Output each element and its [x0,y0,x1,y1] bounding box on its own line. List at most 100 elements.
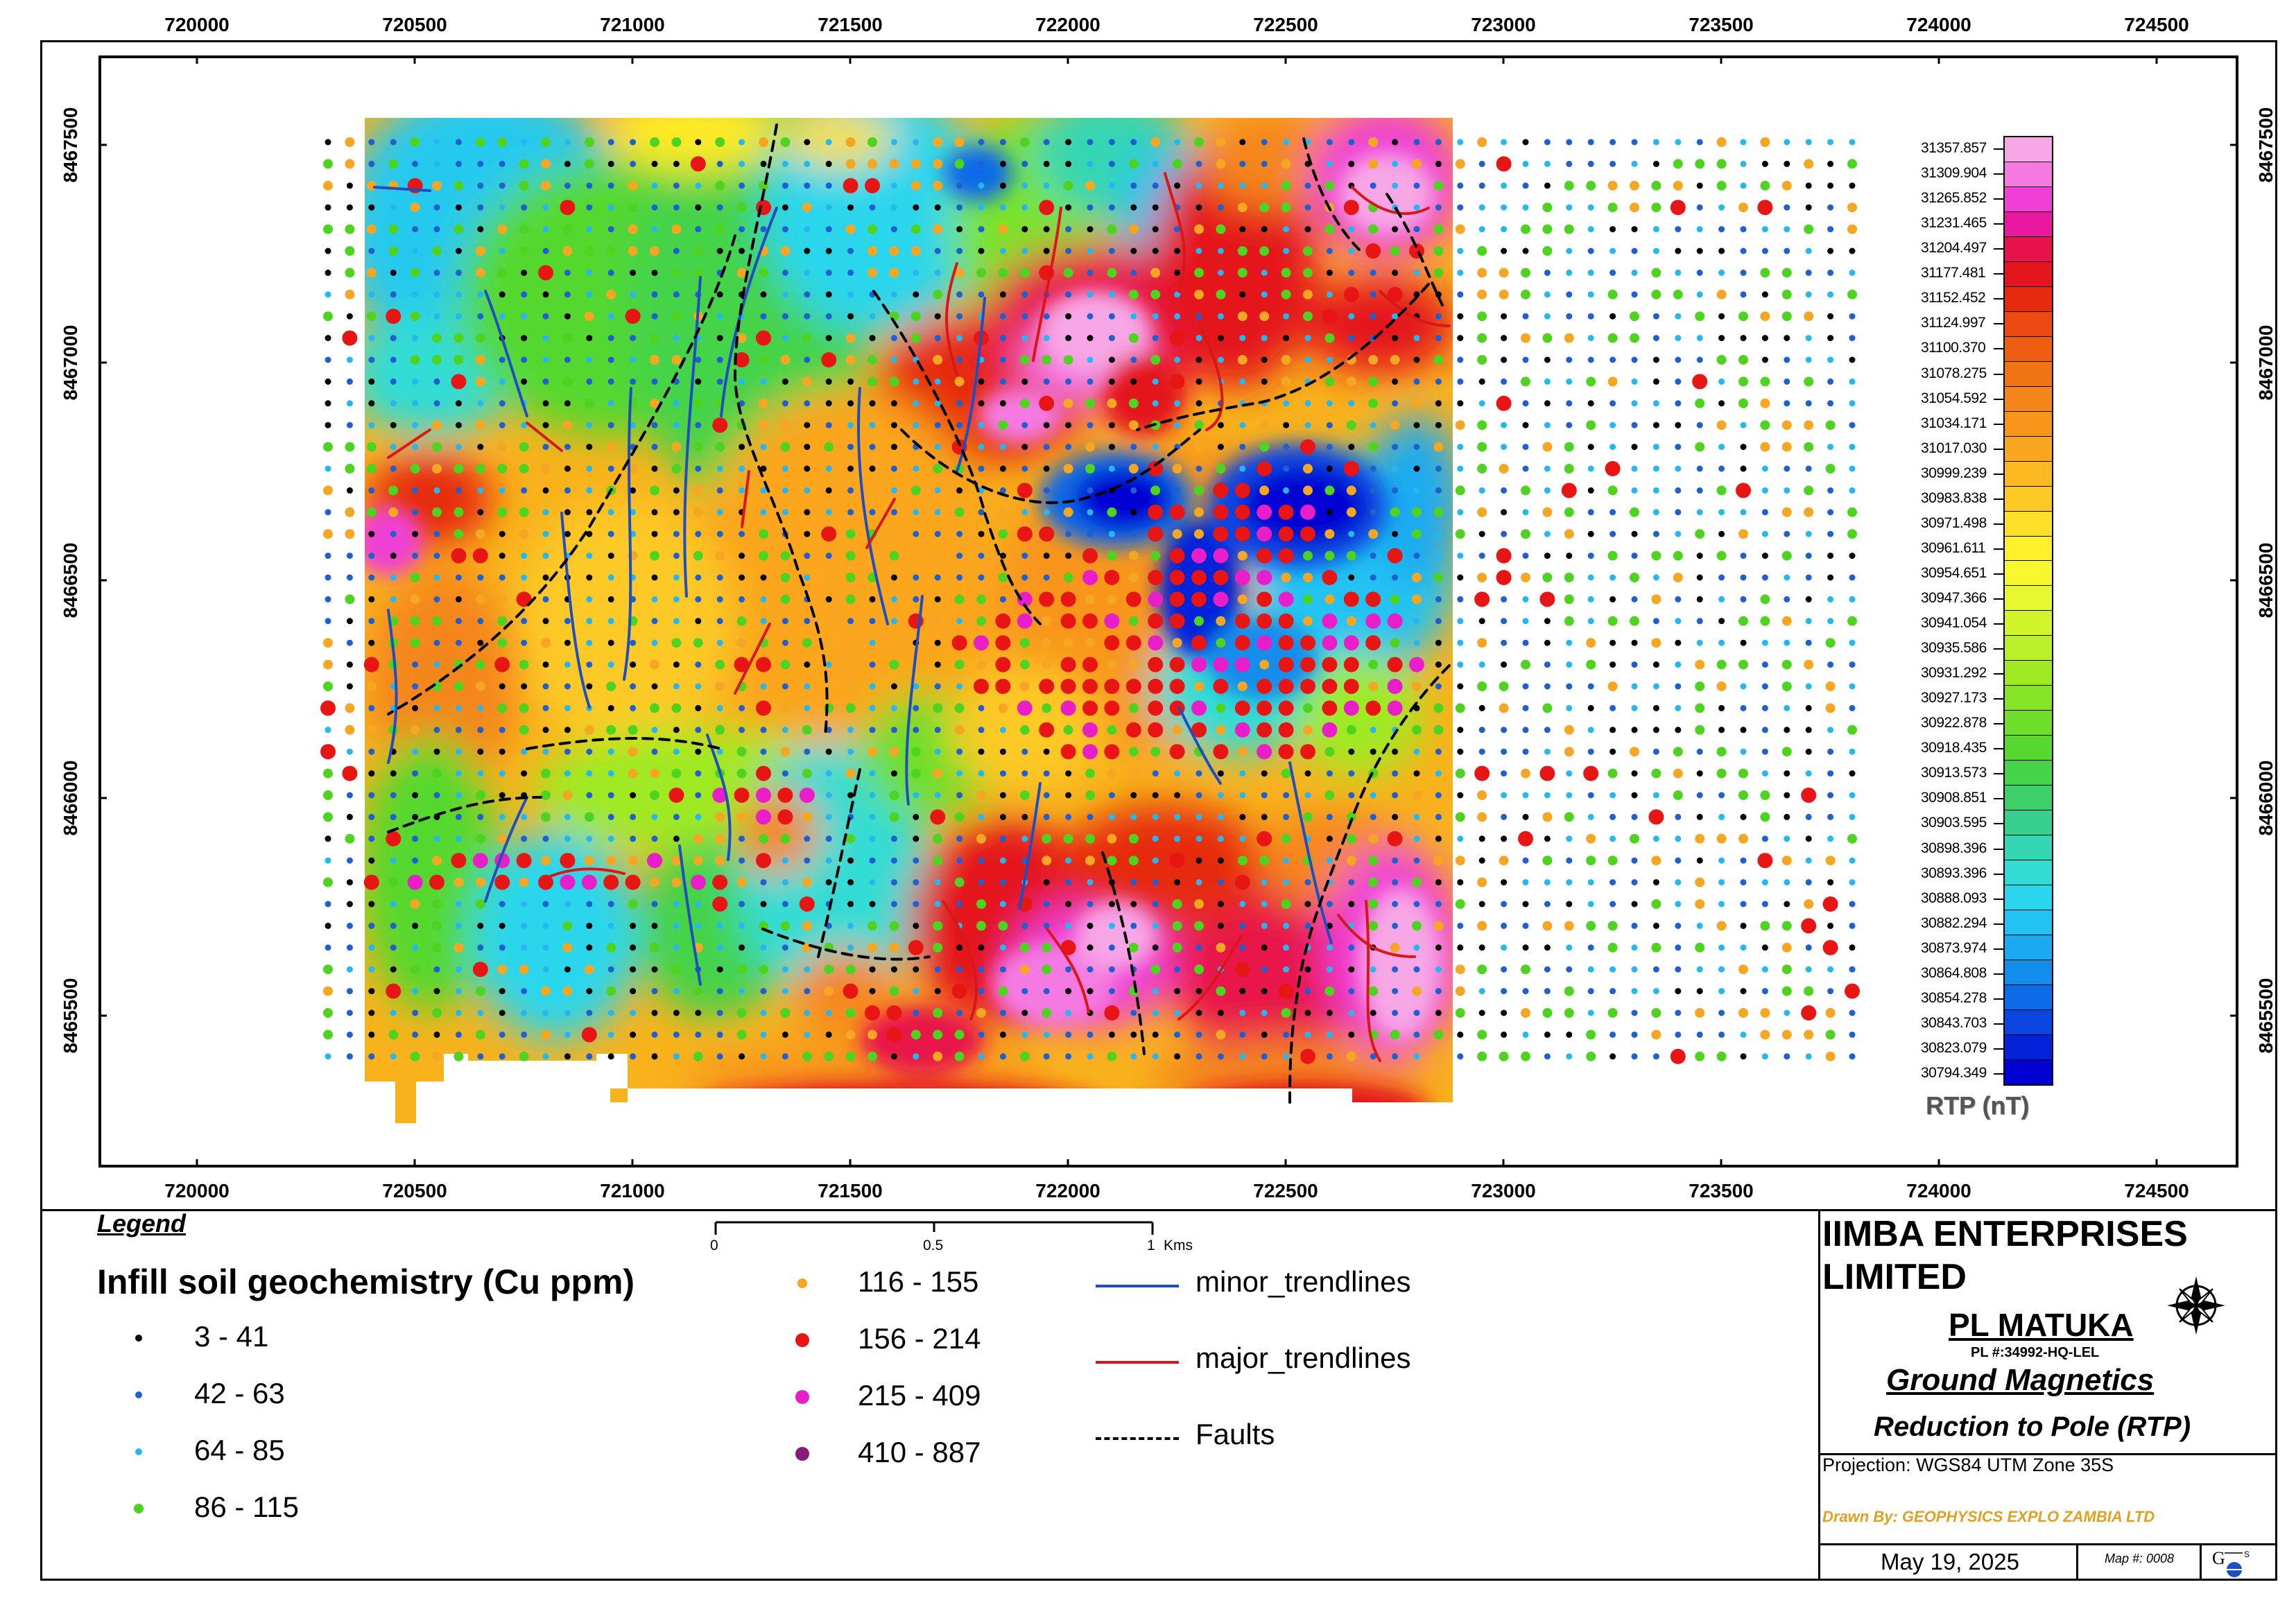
sample-point [1278,657,1294,672]
sample-point [1261,1053,1268,1060]
colorbar-swatch [2005,286,2052,311]
colorbar-tick [1994,273,2003,275]
sample-point [628,246,638,256]
sample-point [1609,530,1616,537]
sample-point [410,638,420,648]
sample-point [1392,335,1399,342]
colorbar-tick [1994,773,2003,775]
sample-point [1522,857,1529,864]
sample-point [346,639,353,646]
sample-point [1065,770,1072,777]
sample-point [869,792,876,799]
sample-point [651,1009,658,1016]
sample-point [521,922,528,929]
sample-point [693,550,703,561]
sample-point [1043,444,1050,451]
sample-point [1607,333,1618,343]
legend-symbol [135,1448,142,1455]
sample-point [564,530,571,537]
sample-point [668,788,684,803]
sample-point [651,313,658,320]
sample-point [1827,356,1834,363]
sample-point [998,573,1008,582]
sample-point [1566,356,1573,363]
sample-point [976,594,986,605]
sample-point [1326,813,1333,820]
sample-point [1300,744,1315,760]
sample-point [1587,226,1594,233]
sample-point [628,180,638,191]
sample-point [1738,616,1748,626]
sample-point [759,833,768,844]
sample-point [1368,398,1379,408]
sample-point [1130,1053,1137,1060]
sample-point [1740,1053,1747,1060]
sample-point [1849,465,1856,472]
sample-point [1370,813,1376,820]
sample-point [1043,901,1050,908]
sample-point [825,553,832,559]
sample-point [1239,944,1246,951]
sample-point [890,422,897,428]
sample-point [323,964,333,975]
colorbar-swatch [2005,1009,2052,1034]
sample-point [651,465,658,472]
sample-point [978,770,985,777]
sample-point [1827,160,1834,167]
sample-point [1805,835,1812,842]
sample-point [1847,616,1857,626]
sample-point [1804,899,1814,909]
colorbar-tick [1994,1073,2003,1075]
sample-point [1501,727,1508,734]
sample-point [1239,291,1246,298]
sample-point [345,507,355,517]
sample-point [607,1009,614,1016]
sample-point [542,704,549,711]
legend-line-symbol [1096,1437,1179,1440]
sample-point [1130,269,1137,276]
colorbar-tick [1994,373,2003,375]
sample-point [412,335,419,342]
sample-point [1740,335,1747,342]
sample-point [1303,246,1313,256]
sample-point [716,704,723,711]
sample-point [1805,291,1812,298]
sample-point [673,574,680,581]
sample-point [1849,313,1856,320]
sample-point [1087,356,1094,363]
sample-point [472,853,488,869]
sample-point [1063,833,1073,844]
sample-point [824,964,834,975]
sample-point [1039,395,1055,411]
sample-point [1521,289,1530,300]
sample-point [1740,748,1747,755]
sample-point [1065,487,1072,494]
sample-point [1281,899,1291,909]
sample-point [1675,879,1682,886]
sample-point [1413,444,1420,451]
sample-point [760,944,767,951]
sample-point [739,182,745,189]
sample-point [978,226,985,233]
sample-point [410,268,420,278]
sample-point [519,877,529,887]
sample-point [346,1009,353,1016]
sample-point [1237,202,1248,213]
sample-point [1326,465,1333,472]
sample-point [1609,248,1616,254]
sample-point [1125,679,1141,694]
sample-point [951,983,967,999]
sample-point [845,638,856,648]
sample-point [651,596,658,602]
sample-point [956,1009,963,1016]
sample-point [628,224,638,234]
sample-point [521,269,528,276]
sample-point [390,574,397,581]
sample-point [1278,744,1294,760]
sample-point [1043,792,1050,799]
sample-point [1609,813,1616,820]
sample-point [542,422,549,428]
sample-point [1148,591,1164,607]
sample-point [1825,682,1836,691]
sample-point [1125,591,1141,607]
